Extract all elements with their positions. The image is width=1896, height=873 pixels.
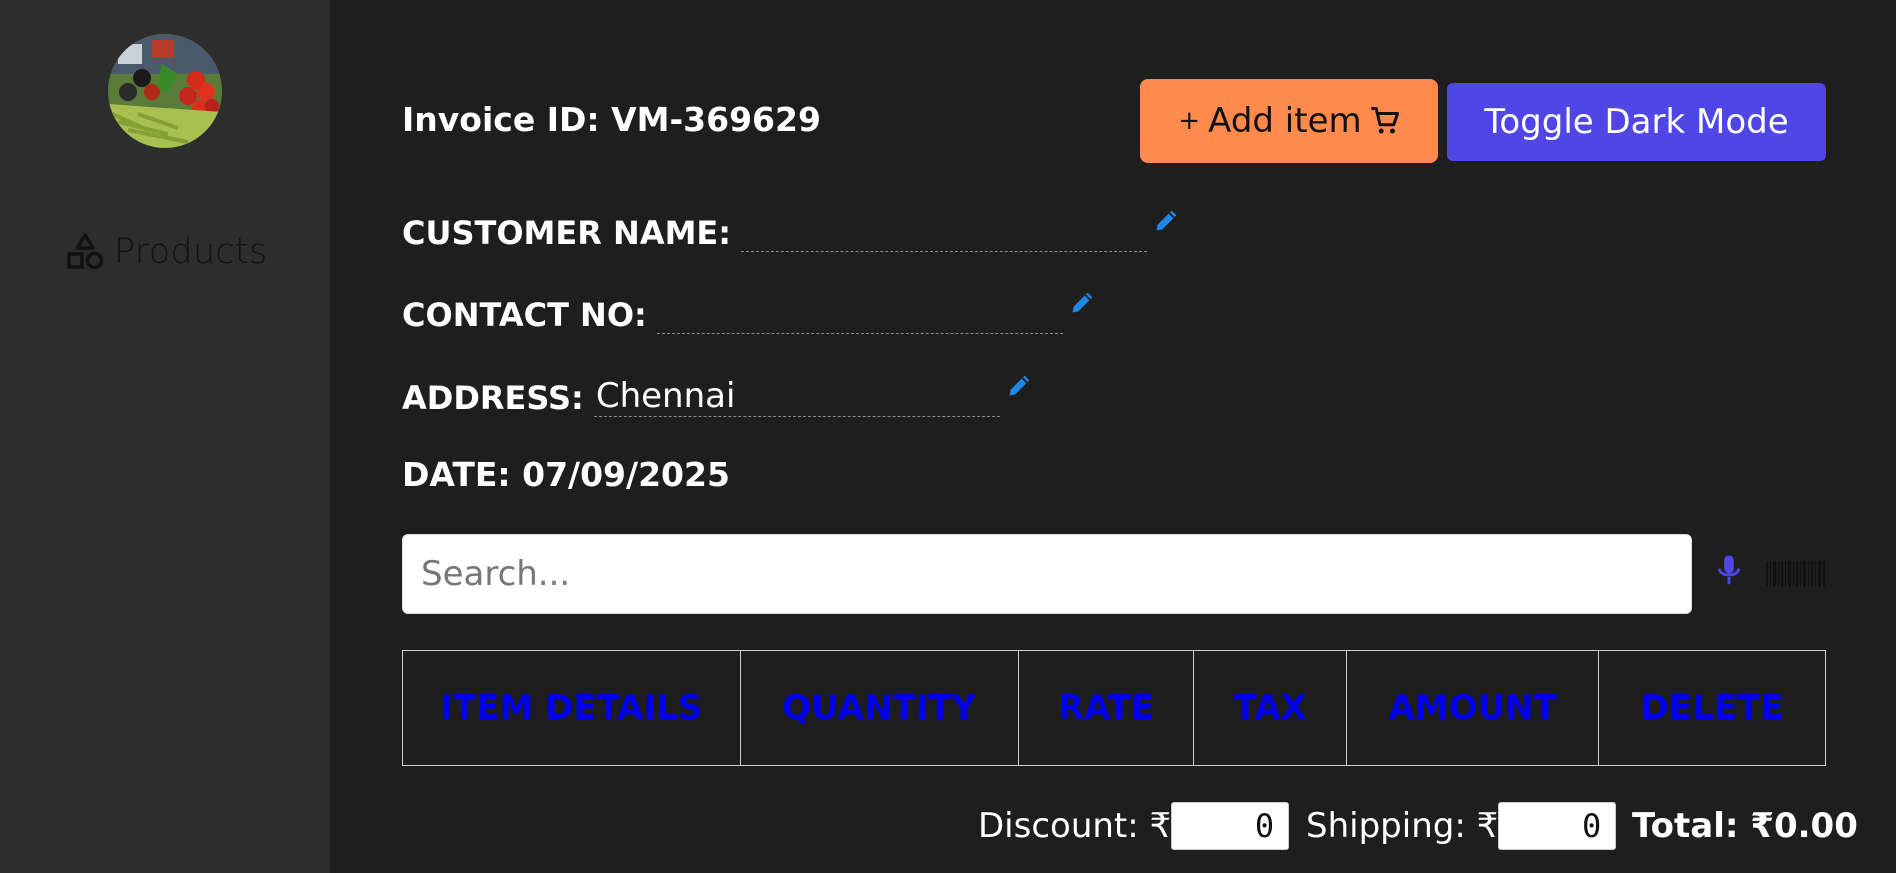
shipping-label: Shipping: ₹: [1306, 806, 1499, 846]
shipping-input[interactable]: [1498, 802, 1617, 850]
contact-no-label: CONTACT NO:: [402, 296, 647, 334]
sidebar-item-products[interactable]: Products: [66, 226, 268, 278]
date-label: DATE:: [402, 455, 511, 494]
date-value: 07/09/2025: [522, 455, 730, 494]
customer-name-row: CUSTOMER NAME:: [402, 210, 1181, 252]
customer-name-input[interactable]: [741, 210, 1148, 252]
header-quantity: QUANTITY: [739, 650, 1019, 766]
invoice-id: Invoice ID: VM-369629: [402, 100, 821, 139]
address-row: ADDRESS:: [402, 375, 1034, 417]
invoice-main: Invoice ID: VM-369629 + Add item Toggle …: [330, 0, 1896, 873]
address-input[interactable]: [593, 375, 1000, 417]
invoice-date: DATE: 07/09/2025: [402, 455, 730, 494]
shapes-icon: [67, 233, 104, 270]
add-item-button[interactable]: + Add item: [1140, 79, 1438, 163]
header-amount: AMOUNT: [1346, 650, 1600, 766]
total-amount: Total: ₹0.00: [1632, 806, 1858, 846]
header-rate: RATE: [1017, 650, 1195, 766]
header-item-details: ITEM DETAILS: [402, 650, 741, 766]
vegetables-image: [108, 34, 222, 148]
pencil-icon[interactable]: [1006, 371, 1034, 399]
sidebar: Products: [0, 0, 330, 873]
barcode-icon[interactable]: [1766, 561, 1826, 587]
header-tax: TAX: [1193, 650, 1348, 766]
discount-label: Discount: ₹: [978, 806, 1172, 846]
items-table: ITEM DETAILS QUANTITY RATE TAX AMOUNT DE…: [402, 650, 1826, 766]
toggle-dark-mode-button[interactable]: Toggle Dark Mode: [1447, 83, 1826, 161]
cart-icon: [1370, 107, 1399, 134]
add-item-label: Add item: [1208, 101, 1362, 141]
table-header-row: ITEM DETAILS QUANTITY RATE TAX AMOUNT DE…: [402, 650, 1826, 766]
invoice-id-value: VM-369629: [611, 100, 821, 139]
shipping-group: Shipping: ₹: [1306, 800, 1617, 852]
pencil-icon[interactable]: [1069, 288, 1097, 316]
microphone-icon[interactable]: [1714, 553, 1744, 589]
contact-no-row: CONTACT NO:: [402, 292, 1097, 334]
address-label: ADDRESS:: [402, 379, 584, 417]
add-item-plus: +: [1178, 106, 1201, 136]
discount-group: Discount: ₹: [978, 800, 1290, 852]
sidebar-item-label: Products: [114, 232, 268, 272]
pencil-icon[interactable]: [1153, 206, 1181, 234]
header-delete: DELETE: [1598, 650, 1826, 766]
discount-input[interactable]: [1171, 802, 1290, 850]
contact-no-input[interactable]: [656, 292, 1063, 334]
search-input[interactable]: [402, 534, 1692, 614]
customer-name-label: CUSTOMER NAME:: [402, 214, 732, 252]
invoice-id-label: Invoice ID:: [402, 100, 600, 139]
avatar: [108, 34, 222, 148]
